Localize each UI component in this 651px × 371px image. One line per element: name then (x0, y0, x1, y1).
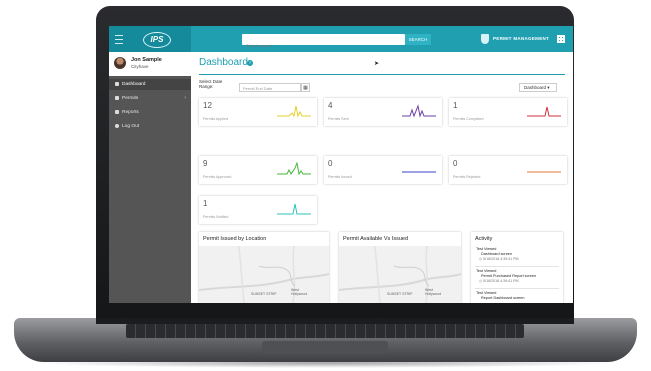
map-area-label: West Hollywood (291, 288, 308, 296)
date-range-label: Select Date Range: (199, 79, 223, 89)
stat-label: Permits Notified (203, 215, 229, 219)
help-icon[interactable]: ? (247, 60, 253, 66)
clock-icon: ◷ (479, 257, 483, 261)
location-map[interactable]: SUNSET STRIP West Hollywood (199, 245, 329, 303)
sidebar-item-label: Permits (122, 96, 139, 101)
logo-area: IPS (109, 26, 191, 52)
stat-card-notified[interactable]: 1 Permits Notified (199, 196, 317, 224)
map-street-label: SUNSET STRIP (251, 292, 277, 296)
sidebar-item-permits[interactable]: Permits › (109, 93, 191, 104)
search-button[interactable]: SEARCH (405, 34, 431, 45)
stat-value: 12 (203, 101, 212, 110)
stat-value: 4 (328, 101, 333, 110)
sidebar-item-logout[interactable]: Log Out (109, 121, 191, 132)
stat-label: Permits Issued (328, 175, 352, 179)
panel-title: Permit Issued by Location (203, 236, 267, 242)
date-range-input[interactable]: Permit End Date (239, 83, 301, 92)
chevron-right-icon: › (184, 95, 186, 101)
page-title: Dashboard (199, 57, 248, 68)
user-organization: Cityhave (131, 64, 149, 69)
power-icon (115, 123, 119, 128)
stat-label: Permits Approved (203, 175, 232, 179)
top-bar: IPS SEARCH PERMIT MANAGEMENT (109, 26, 573, 52)
user-name: Jon Sample (131, 57, 162, 63)
shield-icon (481, 34, 489, 44)
activity-panel: Activity Test Viewed Dashboard screen ◷ … (471, 232, 563, 303)
mouse-cursor-icon: ➤ (374, 61, 380, 67)
home-icon (115, 81, 119, 86)
stat-card-completed[interactable]: 1 Permits Completed (449, 98, 567, 126)
activity-timestamp: 5/18/2018 4:39:41 PM (483, 257, 519, 261)
sparkline-line (277, 203, 311, 215)
permits-icon (115, 95, 119, 100)
laptop-hinge (96, 318, 574, 324)
search-input[interactable] (242, 40, 396, 51)
activity-item[interactable]: Test Viewed Dashboard screen ◷ 5/18/2018… (476, 247, 556, 262)
stat-card-sent[interactable]: 4 Permits Sent (324, 98, 442, 126)
sparkline-line (277, 105, 311, 118)
sparkline (527, 171, 561, 173)
apps-grid-icon[interactable] (557, 35, 565, 43)
stat-label: Permits Sent (328, 117, 349, 121)
stat-card-issued[interactable]: 0 Permits Issued (324, 156, 442, 184)
dashboard-select[interactable]: Dashboard ▾ (519, 83, 557, 92)
sidebar-item-dashboard[interactable]: Dashboard (109, 79, 191, 90)
stat-label: Permits Completed (453, 117, 484, 121)
map-area-label: West Hollywood (425, 288, 442, 296)
avatar (114, 57, 126, 69)
activity-item[interactable]: Test Viewed Report Dashboard screen (476, 291, 556, 301)
available-vs-issued-panel: Permit Available Vs Issued SUNSET STRIP … (339, 232, 461, 303)
available-map[interactable]: SUNSET STRIP West Hollywood (339, 245, 461, 303)
permits-by-location-panel: Permit Issued by Location SUNSET STRIP W… (199, 232, 329, 303)
reports-icon (115, 109, 119, 114)
stat-card-approved[interactable]: 9 Permits Approved (199, 156, 317, 184)
stat-value: 9 (203, 159, 208, 168)
sparkline (527, 106, 561, 117)
sparkline-line (527, 106, 561, 117)
clock-icon: ◷ (479, 279, 483, 283)
user-profile[interactable]: Jon Sample Cityhave (109, 52, 191, 76)
activity-divider (475, 266, 559, 267)
dashboard-select-value: Dashboard (524, 85, 547, 90)
activity-time: ◷ 5/18/2018 4:39:41 PM (476, 279, 556, 284)
map-street-label: SUNSET STRIP (387, 292, 413, 296)
sidebar-item-label: Log Out (122, 124, 140, 129)
sparkline (402, 104, 436, 118)
laptop-touchpad (262, 341, 388, 353)
stat-card-applied[interactable]: 12 Permits Applied (199, 98, 317, 126)
activity-time: ◷ 5/18/2018 4:39:41 PM (476, 257, 556, 262)
stat-value: 0 (453, 159, 458, 168)
stat-value: 1 (203, 199, 208, 208)
activity-item[interactable]: Test Viewed Permit Purchased Report scre… (476, 269, 556, 284)
stat-value: 0 (328, 159, 333, 168)
stat-value: 1 (453, 101, 458, 110)
sidebar-item-label: Dashboard (122, 82, 146, 87)
stat-card-rejected[interactable]: 0 Permits Rejected (449, 156, 567, 184)
panel-title: Activity (475, 236, 493, 242)
activity-detail: Report Dashboard screen (481, 296, 525, 300)
stat-label: Permits Rejected (453, 175, 481, 179)
sparkline-line (402, 104, 436, 118)
sidebar: Jon Sample Cityhave Dashboard Permits › R… (109, 52, 191, 303)
panel-title: Permit Available Vs Issued (343, 236, 409, 242)
brand-logo[interactable]: IPS (143, 32, 171, 48)
activity-divider (475, 288, 559, 289)
laptop-keyboard (126, 324, 524, 338)
sparkline (277, 105, 311, 118)
app-title: PERMIT MANAGEMENT (493, 36, 550, 41)
app-screen: IPS SEARCH PERMIT MANAGEMENT Jon Sample … (109, 26, 573, 303)
activity-timestamp: 5/18/2018 4:39:41 PM (483, 279, 519, 283)
sparkline (277, 203, 311, 215)
sidebar-item-reports[interactable]: Reports (109, 107, 191, 118)
title-divider (199, 74, 565, 75)
search-box (242, 34, 405, 51)
menu-icon[interactable] (115, 35, 123, 44)
stat-label: Permits Applied (203, 117, 228, 121)
calendar-icon[interactable]: ▦ (301, 83, 310, 92)
main-content: Dashboard ? ➤ Select Date Range: Permit … (191, 52, 573, 303)
sparkline-line (277, 162, 311, 176)
sparkline (402, 171, 436, 173)
sparkline (277, 162, 311, 176)
sidebar-item-label: Reports (122, 110, 139, 115)
